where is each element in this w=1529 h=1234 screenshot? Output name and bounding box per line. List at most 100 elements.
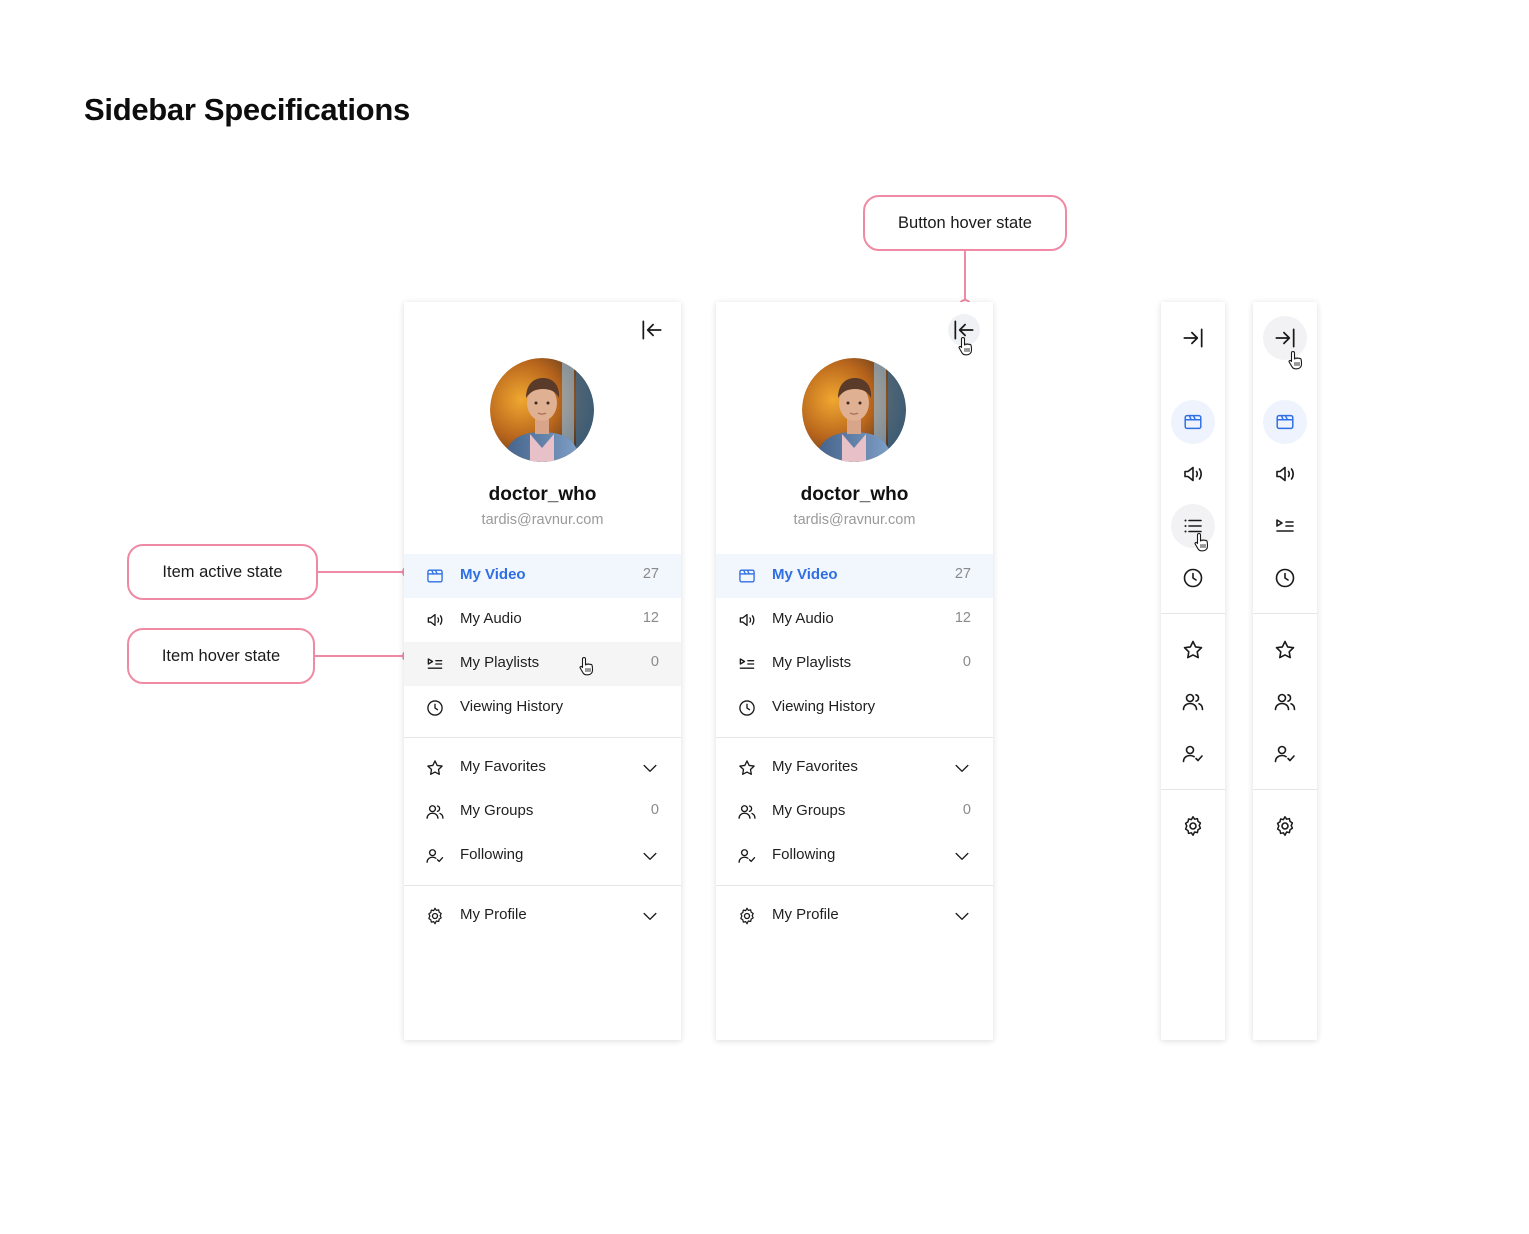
user-check-icon: [1273, 742, 1297, 766]
clock-icon: [736, 697, 758, 719]
pointer-cursor-icon: [578, 656, 596, 676]
nav-label: My Profile: [460, 906, 527, 923]
divider: [716, 737, 993, 738]
users-icon: [1273, 690, 1297, 714]
nav-label: Following: [772, 846, 836, 863]
nav-count: 12: [642, 610, 659, 626]
chevron-down-icon[interactable]: [951, 845, 973, 867]
callout-item-active-label: Item active state: [162, 562, 283, 581]
collapse-sidebar-button[interactable]: [636, 314, 668, 346]
nav-icon-my-groups[interactable]: [1171, 680, 1215, 724]
avatar: [802, 358, 906, 462]
nav-item-viewing-history[interactable]: Viewing History: [404, 686, 681, 730]
playlist-icon: [1273, 514, 1297, 538]
nav-item-my-groups[interactable]: My Groups 0: [404, 790, 681, 834]
gear-icon: [736, 905, 758, 927]
nav-label: Following: [460, 846, 524, 863]
avatar: [490, 358, 594, 462]
nav-label: My Groups: [772, 802, 846, 819]
divider: [716, 885, 993, 886]
speaker-icon: [1273, 462, 1297, 486]
nav-item-following[interactable]: Following: [404, 834, 681, 878]
nav-item-following[interactable]: Following: [716, 834, 993, 878]
nav-icon-my-playlists[interactable]: [1263, 504, 1307, 548]
speaker-icon: [424, 609, 446, 631]
nav-icon-viewing-history[interactable]: [1171, 556, 1215, 600]
page-title: Sidebar Specifications: [84, 92, 410, 127]
clock-icon: [424, 697, 446, 719]
nav-count: 27: [642, 566, 659, 582]
nav-label: My Video: [460, 566, 526, 583]
chevron-down-icon[interactable]: [951, 757, 973, 779]
chevron-down-icon[interactable]: [639, 757, 661, 779]
callout-item-hover-label: Item hover state: [161, 646, 281, 665]
nav-item-my-playlists[interactable]: My Playlists 0: [716, 642, 993, 686]
nav-icon-following[interactable]: [1171, 732, 1215, 776]
chevron-down-icon[interactable]: [639, 905, 661, 927]
clock-icon: [1181, 566, 1205, 590]
divider: [404, 885, 681, 886]
callout-item-hover: Item hover state: [127, 628, 315, 684]
nav-icon-my-video[interactable]: [1263, 400, 1307, 444]
users-icon: [424, 801, 446, 823]
users-icon: [736, 801, 758, 823]
sidebar-collapsed-button-hover: [1253, 302, 1317, 1040]
nav-icon-my-favorites[interactable]: [1263, 628, 1307, 672]
nav-label: My Audio: [460, 610, 522, 627]
nav-label: My Favorites: [772, 758, 858, 775]
speaker-icon: [1181, 462, 1205, 486]
chevron-down-icon[interactable]: [951, 905, 973, 927]
nav-item-viewing-history[interactable]: Viewing History: [716, 686, 993, 730]
nav-item-my-video[interactable]: My Video 27: [404, 554, 681, 598]
user-check-icon: [1181, 742, 1205, 766]
speaker-icon: [736, 609, 758, 631]
nav-icon-my-profile[interactable]: [1171, 804, 1215, 848]
nav-icon-my-audio[interactable]: [1171, 452, 1215, 496]
expand-sidebar-button[interactable]: [1171, 316, 1215, 360]
gear-icon: [1181, 814, 1205, 838]
nav-icon-viewing-history[interactable]: [1263, 556, 1307, 600]
playlist-icon: [736, 653, 758, 675]
nav-label: My Groups: [460, 802, 534, 819]
nav-count: 0: [962, 802, 971, 818]
chevron-down-icon[interactable]: [639, 845, 661, 867]
sidebar-expanded-button-hover: doctor_who tardis@ravnur.com My Video 27…: [716, 302, 993, 1040]
nav-icon-my-profile[interactable]: [1263, 804, 1307, 848]
nav-icon-my-favorites[interactable]: [1171, 628, 1215, 672]
callout-connector: [318, 571, 404, 573]
sidebar-collapsed-item-hover: [1161, 302, 1225, 1040]
username: doctor_who: [488, 484, 597, 505]
nav-icon-my-audio[interactable]: [1263, 452, 1307, 496]
nav-label: My Favorites: [460, 758, 546, 775]
nav-item-my-audio[interactable]: My Audio 12: [404, 598, 681, 642]
callout-button-hover: Button hover state: [863, 195, 1067, 251]
nav-label: Viewing History: [772, 698, 876, 715]
nav-icon-my-groups[interactable]: [1263, 680, 1307, 724]
nav-label: Viewing History: [460, 698, 564, 715]
username: doctor_who: [800, 484, 909, 505]
user-email: tardis@ravnur.com: [481, 512, 604, 528]
nav-item-my-groups[interactable]: My Groups 0: [716, 790, 993, 834]
nav-icon-following[interactable]: [1263, 732, 1307, 776]
nav-item-my-favorites[interactable]: My Favorites: [404, 746, 681, 790]
callout-connector: [315, 655, 404, 657]
nav-item-my-playlists[interactable]: My Playlists 0: [404, 642, 681, 686]
video-calendar-icon: [1182, 411, 1204, 433]
nav-item-my-favorites[interactable]: My Favorites: [716, 746, 993, 790]
nav-item-my-profile[interactable]: My Profile: [716, 894, 993, 938]
playlist-icon: [424, 653, 446, 675]
clock-icon: [1273, 566, 1297, 590]
divider: [404, 737, 681, 738]
expand-icon: [1180, 325, 1206, 351]
nav-item-my-audio[interactable]: My Audio 12: [716, 598, 993, 642]
star-icon: [1273, 638, 1297, 662]
nav-icon-my-video[interactable]: [1171, 400, 1215, 444]
video-calendar-icon: [424, 565, 446, 587]
nav-item-my-profile[interactable]: My Profile: [404, 894, 681, 938]
video-calendar-icon: [1274, 411, 1296, 433]
video-calendar-icon: [736, 565, 758, 587]
nav-label: My Video: [772, 566, 838, 583]
nav-label: My Profile: [772, 906, 839, 923]
nav-item-my-video[interactable]: My Video 27: [716, 554, 993, 598]
star-icon: [736, 757, 758, 779]
